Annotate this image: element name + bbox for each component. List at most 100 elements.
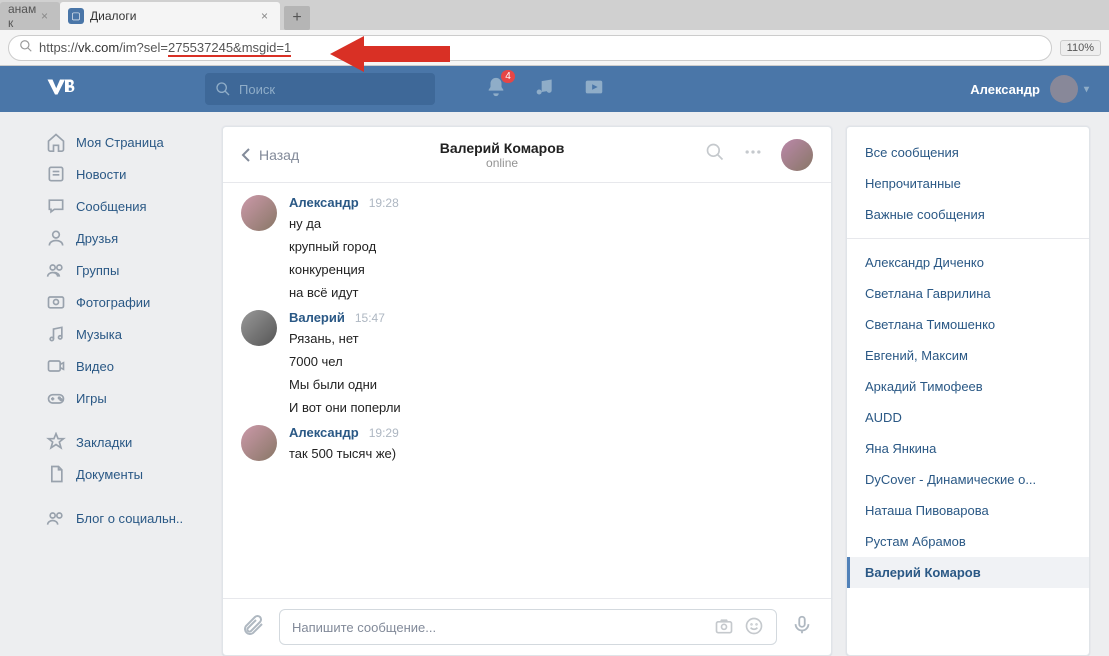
right-panel: Все сообщенияНепрочитанныеВажные сообщен… <box>846 126 1090 656</box>
contact-item[interactable]: Рустам Абрамов <box>847 526 1089 557</box>
filter-item[interactable]: Непрочитанные <box>847 168 1089 199</box>
message-author[interactable]: Валерий <box>289 310 345 325</box>
camera-icon[interactable] <box>714 616 734 639</box>
nav-item-news[interactable]: Новости <box>40 158 208 190</box>
nav-item-games[interactable]: Игры <box>40 382 208 414</box>
search-icon[interactable] <box>705 142 725 167</box>
notifications-icon[interactable]: 4 <box>485 76 507 103</box>
avatar[interactable] <box>241 310 277 346</box>
nav-item-blog[interactable]: Блог о социальн.. <box>40 502 208 534</box>
chat-panel: Назад Валерий Комаров online Александр19… <box>222 126 832 656</box>
nav-label: Моя Страница <box>76 135 164 150</box>
tab-label: анам к <box>8 2 37 30</box>
mic-icon[interactable] <box>791 614 813 641</box>
message-text: ну да <box>289 212 813 235</box>
nav-label: Музыка <box>76 327 122 342</box>
nav-label: Игры <box>76 391 107 406</box>
avatar[interactable] <box>241 195 277 231</box>
message-block: Александр19:29так 500 тысяч же) <box>241 425 813 465</box>
nav-label: Новости <box>76 167 126 182</box>
contact-item[interactable]: Александр Диченко <box>847 247 1089 278</box>
video-play-icon[interactable] <box>583 76 605 103</box>
new-tab-button[interactable]: + <box>284 6 310 30</box>
msg-icon <box>46 196 66 216</box>
close-icon[interactable]: × <box>257 9 272 23</box>
message-block: Валерий15:47Рязань, нет7000 челМы были о… <box>241 310 813 419</box>
left-nav: Моя Страница Новости Сообщения Друзья Группы… <box>40 126 208 656</box>
search-icon <box>19 39 33 56</box>
contact-item[interactable]: Валерий Комаров <box>847 557 1089 588</box>
message-time: 19:28 <box>369 196 399 210</box>
contact-item[interactable]: AUDD <box>847 402 1089 433</box>
message-author[interactable]: Александр <box>289 425 359 440</box>
filter-item[interactable]: Важные сообщения <box>847 199 1089 230</box>
message-text: Рязань, нет <box>289 327 813 350</box>
user-name: Александр <box>970 82 1040 97</box>
nav-label: Блог о социальн.. <box>76 511 183 526</box>
chevron-down-icon: ▾ <box>1084 84 1089 95</box>
chat-title: Валерий Комаров <box>299 140 705 156</box>
chat-body: Александр19:28ну дакрупный городконкурен… <box>223 183 831 598</box>
music-icon <box>46 324 66 344</box>
nav-label: Документы <box>76 467 143 482</box>
friends-icon <box>46 228 66 248</box>
message-author[interactable]: Александр <box>289 195 359 210</box>
nav-label: Группы <box>76 263 119 278</box>
browser-tabs: анам к × ▢ Диалоги × + <box>0 0 1109 30</box>
nav-item-video[interactable]: Видео <box>40 350 208 382</box>
vk-logo-icon[interactable] <box>45 76 75 102</box>
search-input[interactable]: Поиск <box>205 73 435 105</box>
message-text: так 500 тысяч же) <box>289 442 813 465</box>
blog-icon <box>46 508 66 528</box>
groups-icon <box>46 260 66 280</box>
chat-title-block[interactable]: Валерий Комаров online <box>299 140 705 170</box>
message-block: Александр19:28ну дакрупный городконкурен… <box>241 195 813 304</box>
url-input[interactable]: https://vk.com/im?sel=275537245&msgid=1 <box>8 35 1052 61</box>
message-text: на всё идут <box>289 281 813 304</box>
bookmark-icon <box>46 432 66 452</box>
url-text: https://vk.com/im?sel=275537245&msgid=1 <box>39 40 291 55</box>
input-placeholder: Напишите сообщение... <box>292 620 436 635</box>
back-button[interactable]: Назад <box>241 147 299 163</box>
avatar[interactable] <box>241 425 277 461</box>
message-text: И вот они поперли <box>289 396 813 419</box>
music-icon[interactable] <box>535 77 555 102</box>
contact-item[interactable]: Наташа Пивоварова <box>847 495 1089 526</box>
nav-label: Друзья <box>76 231 118 246</box>
contact-item[interactable]: Евгений, Максим <box>847 340 1089 371</box>
chat-avatar[interactable] <box>781 139 813 171</box>
contact-item[interactable]: Светлана Тимошенко <box>847 309 1089 340</box>
nav-item-doc[interactable]: Документы <box>40 458 208 490</box>
avatar <box>1050 75 1078 103</box>
nav-label: Сообщения <box>76 199 147 214</box>
header-icons: 4 <box>485 76 605 103</box>
browser-tab-active[interactable]: ▢ Диалоги × <box>60 2 280 30</box>
nav-item-music[interactable]: Музыка <box>40 318 208 350</box>
zoom-level[interactable]: 110% <box>1060 40 1101 56</box>
nav-item-msg[interactable]: Сообщения <box>40 190 208 222</box>
nav-item-bookmark[interactable]: Закладки <box>40 426 208 458</box>
nav-label: Закладки <box>76 435 132 450</box>
chat-status: online <box>299 156 705 170</box>
news-icon <box>46 164 66 184</box>
contact-item[interactable]: Аркадий Тимофеев <box>847 371 1089 402</box>
nav-item-photo[interactable]: Фотографии <box>40 286 208 318</box>
search-placeholder: Поиск <box>239 82 275 97</box>
more-icon[interactable] <box>743 142 763 167</box>
nav-label: Фотографии <box>76 295 150 310</box>
attach-icon[interactable] <box>241 613 265 642</box>
nav-item-groups[interactable]: Группы <box>40 254 208 286</box>
contact-item[interactable]: Светлана Гаврилина <box>847 278 1089 309</box>
close-icon[interactable]: × <box>37 9 52 23</box>
chat-input-row: Напишите сообщение... <box>223 598 831 655</box>
message-input[interactable]: Напишите сообщение... <box>279 609 777 645</box>
filter-item[interactable]: Все сообщения <box>847 137 1089 168</box>
vk-favicon-icon: ▢ <box>68 8 84 24</box>
nav-item-home[interactable]: Моя Страница <box>40 126 208 158</box>
contact-item[interactable]: DyCover - Динамические о... <box>847 464 1089 495</box>
emoji-icon[interactable] <box>744 616 764 639</box>
user-menu[interactable]: Александр ▾ <box>970 75 1089 103</box>
contact-item[interactable]: Яна Янкина <box>847 433 1089 464</box>
nav-item-friends[interactable]: Друзья <box>40 222 208 254</box>
browser-tab-inactive[interactable]: анам к × <box>0 2 60 30</box>
